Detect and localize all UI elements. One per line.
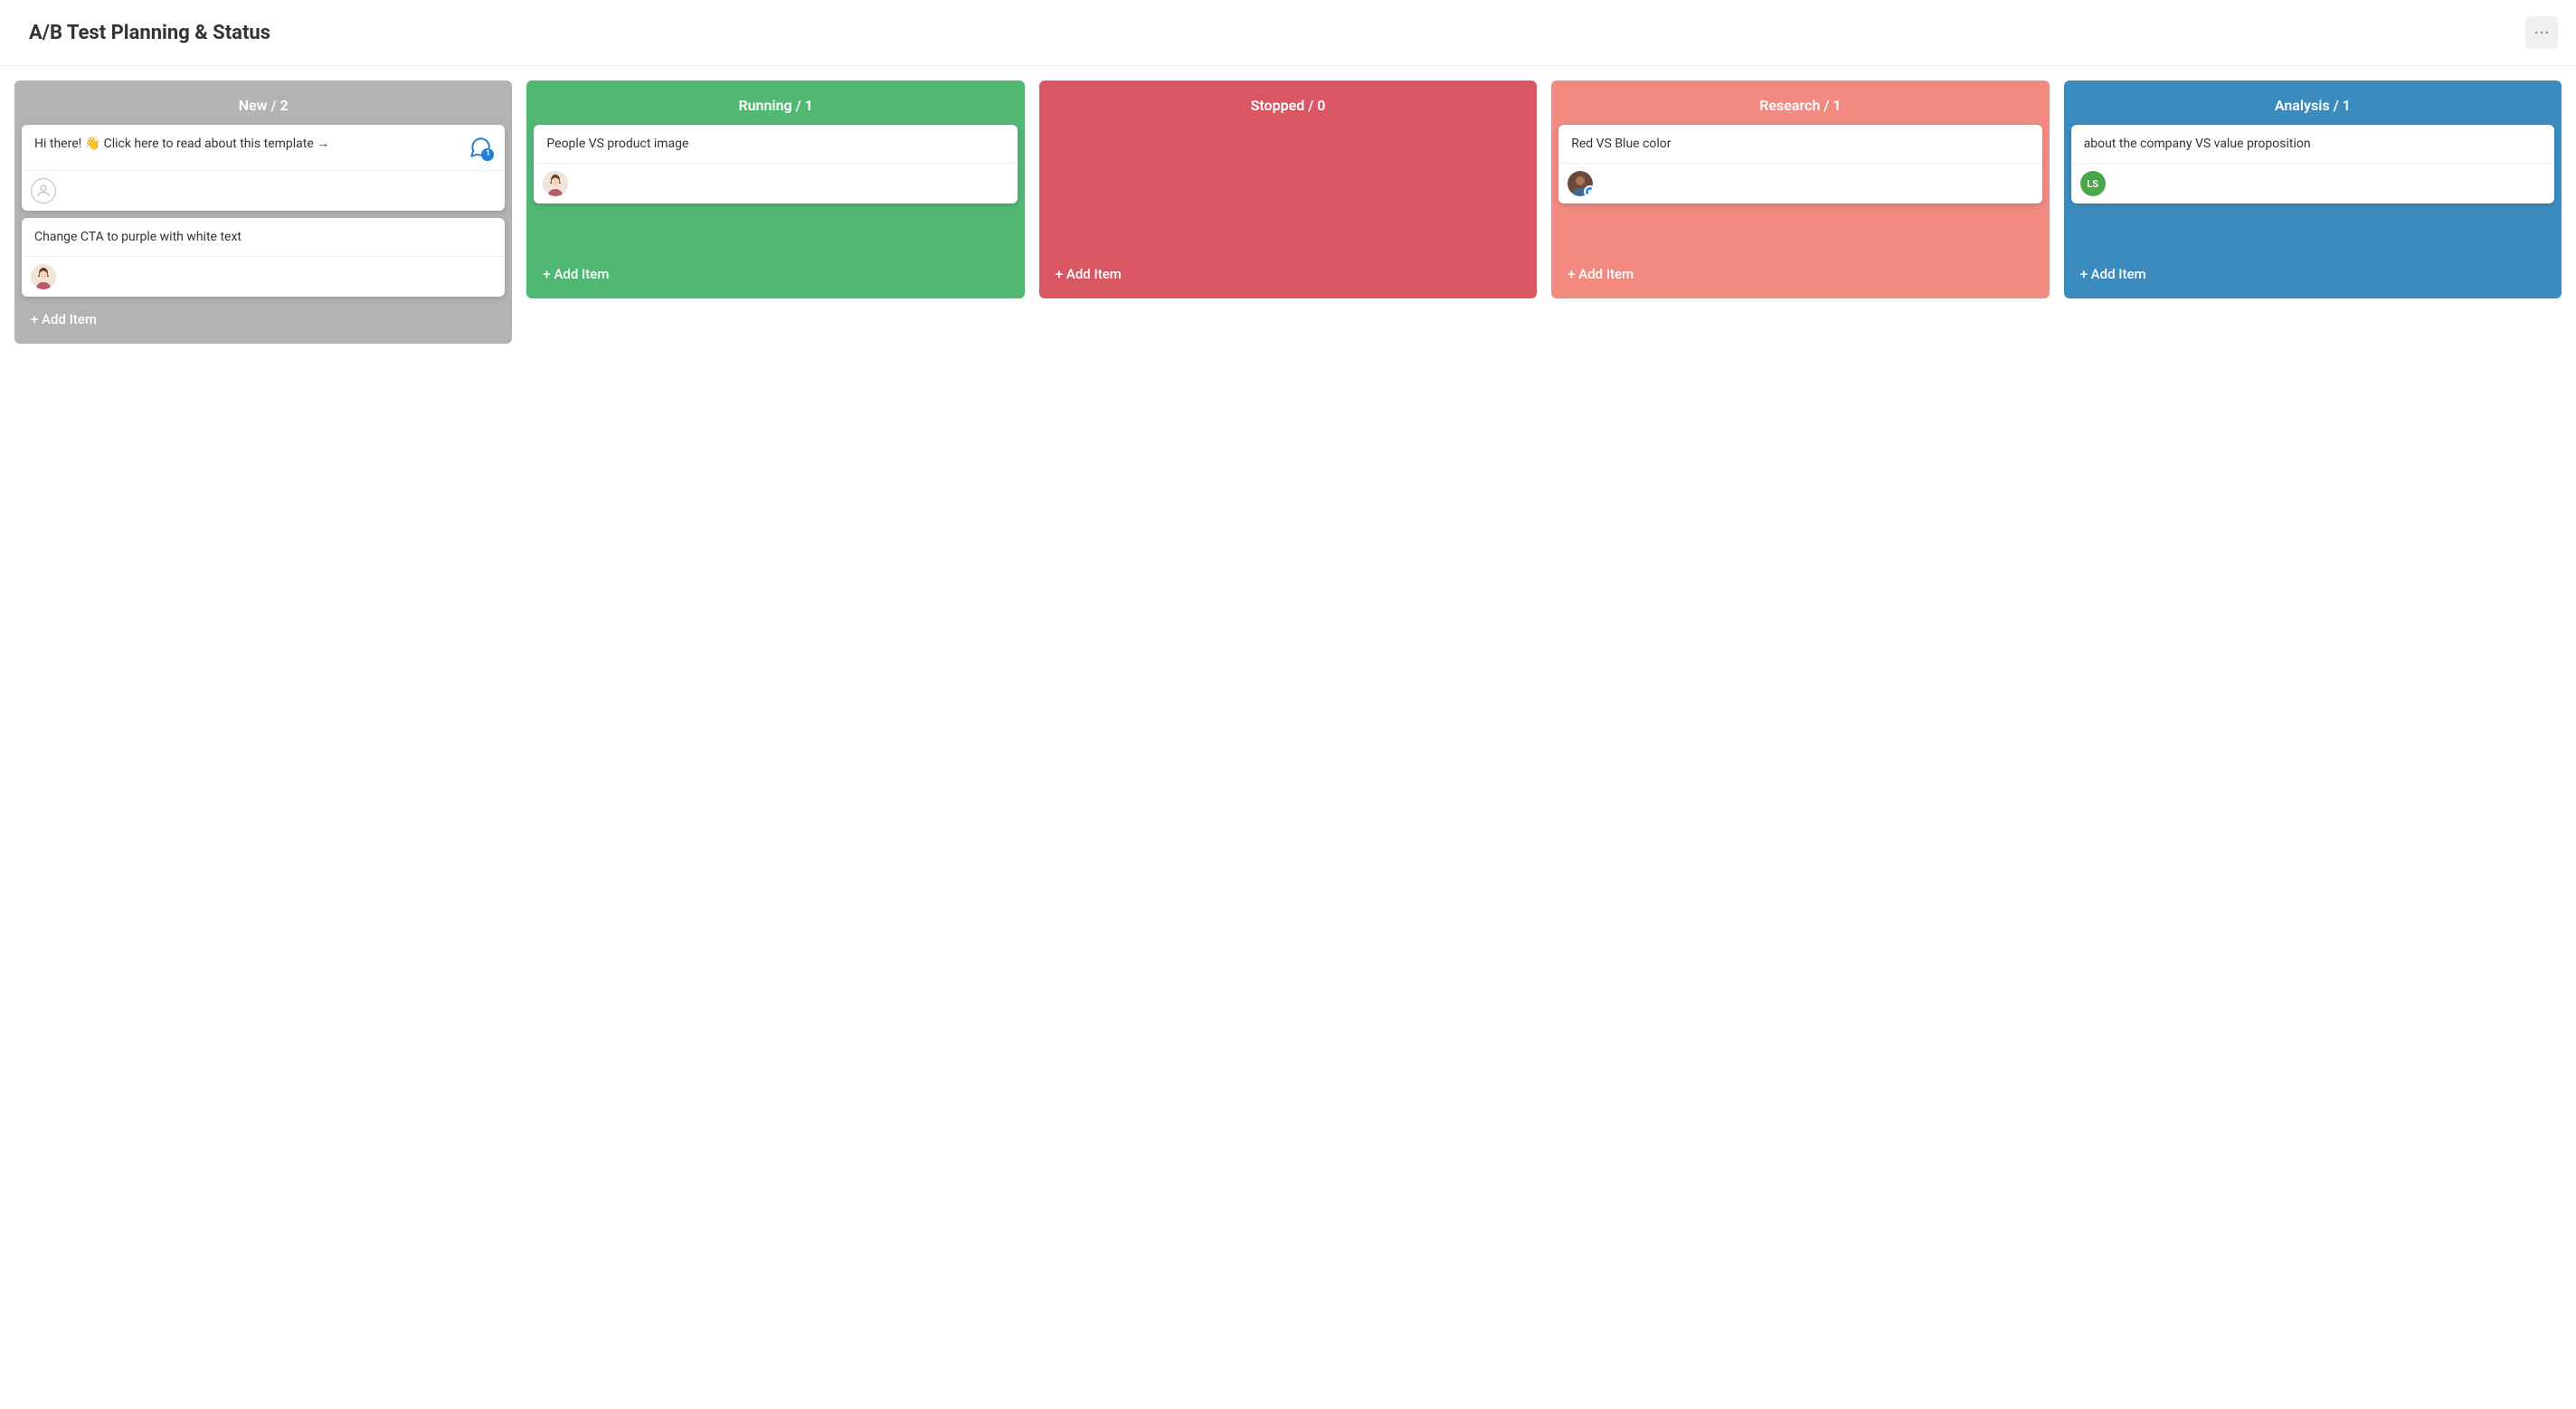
avatar-initials: LS xyxy=(2087,178,2098,190)
cards-list xyxy=(1046,125,1530,251)
column-header[interactable]: Analysis / 1 xyxy=(2071,88,2554,125)
card-footer xyxy=(22,257,505,297)
card[interactable]: People VS product image xyxy=(534,125,1017,203)
column-header[interactable]: Running / 1 xyxy=(534,88,1017,125)
card-footer xyxy=(1558,164,2041,203)
assignee-avatar[interactable] xyxy=(31,178,56,203)
add-item-button[interactable]: + Add Item xyxy=(2071,251,2554,291)
card-body: People VS product image xyxy=(534,125,1017,164)
board-title: A/B Test Planning & Status xyxy=(29,22,270,44)
card[interactable]: Hi there! 👋 Click here to read about thi… xyxy=(22,125,505,211)
kanban-board: New / 2 Hi there! 👋 Click here to read ab… xyxy=(0,66,2576,358)
assignee-avatar[interactable] xyxy=(1567,171,1593,196)
card-title: about the company VS value proposition xyxy=(2084,136,2542,152)
assignee-avatar[interactable] xyxy=(31,264,56,289)
comment-icon[interactable]: 1 xyxy=(469,136,492,159)
more-horizontal-icon xyxy=(2533,24,2551,42)
add-item-button[interactable]: + Add Item xyxy=(534,251,1017,291)
assignee-avatar[interactable] xyxy=(543,171,568,196)
assignee-avatar[interactable]: LS xyxy=(2080,171,2106,196)
column-header[interactable]: New / 2 xyxy=(22,88,505,125)
card-footer: LS xyxy=(2071,164,2554,203)
column-header[interactable]: Research / 1 xyxy=(1558,88,2041,125)
card-body: about the company VS value proposition xyxy=(2071,125,2554,164)
card-title: Hi there! 👋 Click here to read about thi… xyxy=(34,136,461,152)
cards-list: Hi there! 👋 Click here to read about thi… xyxy=(22,125,505,297)
cards-list: about the company VS value proposition LS xyxy=(2071,125,2554,251)
column-analysis: Analysis / 1about the company VS value p… xyxy=(2064,80,2562,298)
card[interactable]: Red VS Blue color xyxy=(1558,125,2041,203)
card[interactable]: Change CTA to purple with white text xyxy=(22,218,505,297)
board-header: A/B Test Planning & Status xyxy=(0,0,2576,66)
more-options-button[interactable] xyxy=(2525,16,2558,49)
add-item-button[interactable]: + Add Item xyxy=(1046,251,1530,291)
card-footer xyxy=(22,171,505,211)
add-item-button[interactable]: + Add Item xyxy=(1558,251,2041,291)
card-body: Hi there! 👋 Click here to read about thi… xyxy=(22,125,505,171)
card-body: Red VS Blue color xyxy=(1558,125,2041,164)
column-research: Research / 1 Red VS Blue color + Add Item xyxy=(1551,80,2049,298)
cards-list: Red VS Blue color xyxy=(1558,125,2041,251)
card-body: Change CTA to purple with white text xyxy=(22,218,505,257)
cards-list: People VS product image xyxy=(534,125,1017,251)
add-item-button[interactable]: + Add Item xyxy=(22,297,505,336)
card-title: Change CTA to purple with white text xyxy=(34,229,492,245)
card[interactable]: about the company VS value proposition LS xyxy=(2071,125,2554,203)
card-footer xyxy=(534,164,1017,203)
card-title: People VS product image xyxy=(546,136,1004,152)
column-running: Running / 1 People VS product image + Add … xyxy=(526,80,1024,298)
avatar-status-badge xyxy=(1584,185,1593,196)
column-new: New / 2 Hi there! 👋 Click here to read ab… xyxy=(14,80,512,344)
column-header[interactable]: Stopped / 0 xyxy=(1046,88,1530,125)
card-title: Red VS Blue color xyxy=(1571,136,2029,152)
column-stopped: Stopped / 0 + Add Item xyxy=(1039,80,1537,298)
